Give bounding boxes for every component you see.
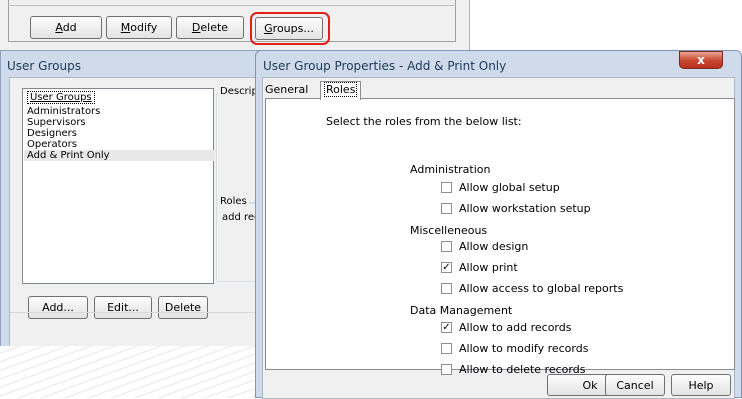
list-item[interactable]: Supervisors bbox=[27, 117, 86, 128]
checkbox[interactable] bbox=[441, 283, 452, 294]
background-pattern bbox=[0, 346, 262, 398]
checkbox-allow-design[interactable]: Allow design bbox=[441, 240, 528, 253]
list-item[interactable]: Operators bbox=[27, 139, 77, 150]
roles-label: Roles bbox=[218, 196, 249, 207]
section-administration: Administration bbox=[410, 163, 491, 176]
close-icon: x bbox=[697, 53, 705, 67]
cancel-button[interactable]: Cancel bbox=[605, 374, 665, 396]
dialog-title: User Group Properties - Add & Print Only bbox=[263, 59, 507, 73]
divider bbox=[8, 5, 456, 6]
delete-button[interactable]: Delete bbox=[176, 16, 244, 39]
checkbox-allow-modify-records[interactable]: Allow to modify records bbox=[441, 342, 588, 355]
checkbox-allow-workstation-setup[interactable]: Allow workstation setup bbox=[441, 202, 591, 215]
close-button[interactable]: x bbox=[679, 51, 723, 69]
modify-button[interactable]: Modify bbox=[106, 16, 172, 39]
checkbox-allow-global-setup[interactable]: Allow global setup bbox=[441, 181, 560, 194]
checkbox[interactable]: ✓ bbox=[441, 322, 452, 333]
delete-group-button[interactable]: Delete bbox=[158, 296, 208, 319]
checkbox[interactable] bbox=[441, 364, 452, 375]
checkbox[interactable] bbox=[441, 203, 452, 214]
add-button[interactable]: Add bbox=[30, 16, 102, 39]
checkbox-allow-print[interactable]: ✓ Allow print bbox=[441, 261, 518, 274]
section-miscelleneous: Miscelleneous bbox=[410, 224, 488, 237]
user-groups-list[interactable]: User Groups Administrators Supervisors D… bbox=[22, 88, 215, 284]
roles-tab-panel: Select the roles from the below list: Ad… bbox=[265, 98, 735, 376]
checkbox[interactable] bbox=[441, 343, 452, 354]
help-button[interactable]: Help bbox=[671, 374, 731, 396]
checkbox[interactable] bbox=[441, 182, 452, 193]
groups-highlight-annotation bbox=[250, 12, 330, 45]
section-data-management: Data Management bbox=[410, 304, 513, 317]
instruction-text: Select the roles from the below list: bbox=[326, 115, 522, 128]
list-item-selected[interactable]: Add & Print Only bbox=[24, 150, 215, 161]
checkbox[interactable] bbox=[441, 241, 452, 252]
list-item[interactable]: Designers bbox=[27, 128, 77, 139]
add-group-button[interactable]: Add... bbox=[28, 296, 88, 319]
user-group-properties-dialog: User Group Properties - Add & Print Only… bbox=[255, 50, 742, 399]
list-item[interactable]: Administrators bbox=[27, 106, 100, 117]
edit-group-button[interactable]: Edit... bbox=[94, 296, 152, 319]
dialog-client: General Roles Select the roles from the … bbox=[262, 77, 735, 399]
checkbox-allow-access-global-reports[interactable]: Allow access to global reports bbox=[441, 282, 623, 295]
list-header[interactable]: User Groups bbox=[27, 91, 209, 105]
checkbox-allow-add-records[interactable]: ✓ Allow to add records bbox=[441, 321, 571, 334]
window-title: User Groups bbox=[7, 59, 81, 73]
tab-roles[interactable]: Roles bbox=[320, 81, 362, 100]
checkbox[interactable]: ✓ bbox=[441, 262, 452, 273]
tab-general[interactable]: General bbox=[265, 82, 308, 98]
